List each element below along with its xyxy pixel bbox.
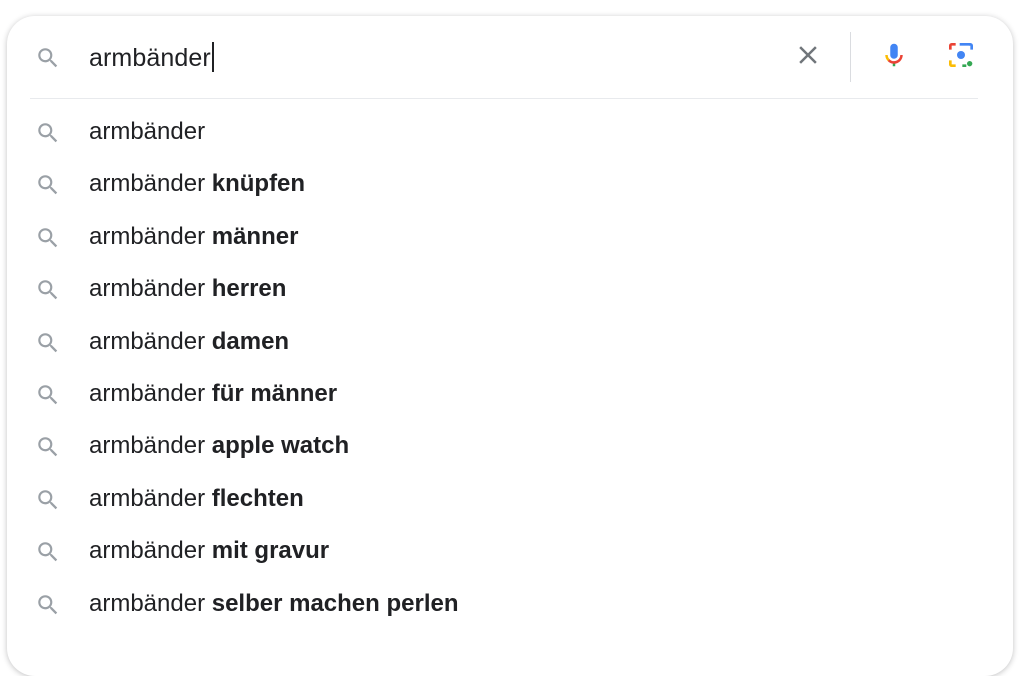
suggestion-prefix: armbänder bbox=[89, 537, 212, 565]
suggestion-text: armbänder damen bbox=[89, 316, 289, 368]
search-input[interactable]: armbänder bbox=[89, 38, 214, 78]
suggestion-completion: selber machen perlen bbox=[211, 589, 459, 617]
search-icon bbox=[35, 45, 61, 71]
suggestion-item[interactable]: armbänder selber machen perlen bbox=[7, 578, 1013, 630]
suggestion-prefix: armbänder bbox=[89, 379, 212, 407]
clear-button[interactable] bbox=[787, 36, 829, 78]
suggestion-text: armbänder flechten bbox=[89, 473, 304, 525]
search-query-text: armbänder bbox=[89, 44, 211, 72]
suggestion-prefix: armbänder bbox=[89, 432, 212, 460]
suggestion-completion: knüpfen bbox=[211, 170, 306, 198]
search-dropdown-divider bbox=[30, 98, 978, 99]
suggestion-item[interactable]: armbänder für männer bbox=[7, 368, 1013, 420]
lens-search-button[interactable] bbox=[940, 36, 982, 78]
voice-search-button[interactable] bbox=[873, 36, 915, 78]
suggestion-text: armbänder selber machen perlen bbox=[89, 578, 459, 630]
suggestion-item[interactable]: armbänder männer bbox=[7, 211, 1013, 263]
suggestion-text: armbänder mit gravur bbox=[89, 525, 329, 577]
suggestion-prefix: armbänder bbox=[89, 170, 212, 198]
suggestion-prefix: armbänder bbox=[89, 275, 212, 303]
camera-lens-icon bbox=[945, 39, 977, 76]
suggestion-prefix: armbänder bbox=[89, 589, 212, 617]
suggestion-text: armbänder herren bbox=[89, 263, 286, 315]
suggestion-prefix: armbänder bbox=[89, 484, 212, 512]
text-cursor bbox=[211, 42, 214, 73]
suggestion-item[interactable]: armbänder apple watch bbox=[7, 420, 1013, 472]
suggestion-completion: für männer bbox=[211, 379, 338, 407]
suggestion-item[interactable]: armbänder herren bbox=[7, 263, 1013, 315]
suggestion-item[interactable]: armbänder flechten bbox=[7, 473, 1013, 525]
search-icon bbox=[35, 487, 61, 513]
suggestion-prefix: armbänder bbox=[89, 118, 206, 145]
search-bar: armbänder bbox=[7, 16, 1013, 98]
suggestion-text: armbänder apple watch bbox=[89, 420, 349, 472]
search-icon bbox=[35, 592, 61, 618]
suggestion-text: armbänder knüpfen bbox=[89, 158, 305, 210]
search-icon bbox=[35, 539, 61, 565]
search-icon bbox=[35, 277, 61, 303]
search-icon bbox=[35, 120, 61, 146]
close-icon bbox=[793, 40, 823, 75]
suggestion-completion: apple watch bbox=[211, 432, 350, 460]
microphone-icon bbox=[879, 38, 909, 77]
suggestion-text: armbänder männer bbox=[89, 211, 298, 263]
search-icon bbox=[35, 172, 61, 198]
suggestion-completion: männer bbox=[211, 222, 299, 250]
suggestion-item[interactable]: armbänder damen bbox=[7, 316, 1013, 368]
suggestion-list: armbänder armbänder knüpfen armbänder mä… bbox=[7, 106, 1013, 630]
suggestion-item[interactable]: armbänder bbox=[7, 106, 1013, 158]
suggestion-completion: mit gravur bbox=[211, 537, 330, 565]
search-icon bbox=[35, 434, 61, 460]
toolbar-divider bbox=[850, 32, 851, 82]
search-icon bbox=[35, 330, 61, 356]
suggestion-prefix: armbänder bbox=[89, 222, 212, 250]
search-icon bbox=[35, 382, 61, 408]
suggestion-text: armbänder bbox=[89, 106, 205, 158]
suggestion-prefix: armbänder bbox=[89, 327, 212, 355]
suggestion-item[interactable]: armbänder mit gravur bbox=[7, 525, 1013, 577]
search-box: armbänder armbänder armbänder knüpfen ar… bbox=[7, 16, 1013, 676]
suggestion-completion: herren bbox=[211, 275, 287, 303]
suggestion-completion: flechten bbox=[211, 484, 304, 512]
suggestion-text: armbänder für männer bbox=[89, 368, 337, 420]
suggestion-completion: damen bbox=[211, 327, 290, 355]
search-icon bbox=[35, 225, 61, 251]
suggestion-item[interactable]: armbänder knüpfen bbox=[7, 158, 1013, 210]
